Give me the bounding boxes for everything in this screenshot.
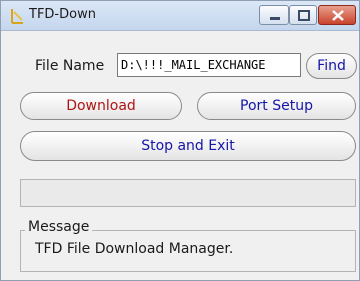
maximize-icon <box>298 10 310 21</box>
app-window: TFD-Down File Name D:\!!!_MAIL_EXCHANGE … <box>0 0 360 281</box>
stop-and-exit-button[interactable]: Stop and Exit <box>20 131 356 161</box>
title-bar[interactable]: TFD-Down <box>1 1 359 31</box>
file-name-input[interactable]: D:\!!!_MAIL_EXCHANGE <box>117 53 301 77</box>
download-button[interactable]: Download <box>20 92 182 120</box>
download-progress-bar <box>20 179 356 207</box>
minimize-icon <box>270 17 280 20</box>
find-button[interactable]: Find <box>306 53 357 79</box>
folder-tool-icon <box>10 8 24 24</box>
close-button[interactable] <box>318 5 356 25</box>
message-group-label: Message <box>25 219 93 235</box>
status-message: TFD File Download Manager. <box>35 241 234 257</box>
port-setup-button[interactable]: Port Setup <box>197 92 356 120</box>
maximize-button[interactable] <box>289 5 317 25</box>
minimize-button[interactable] <box>259 5 289 25</box>
close-icon <box>332 10 344 21</box>
window-title: TFD-Down <box>29 7 96 22</box>
file-name-label: File Name <box>35 58 105 74</box>
